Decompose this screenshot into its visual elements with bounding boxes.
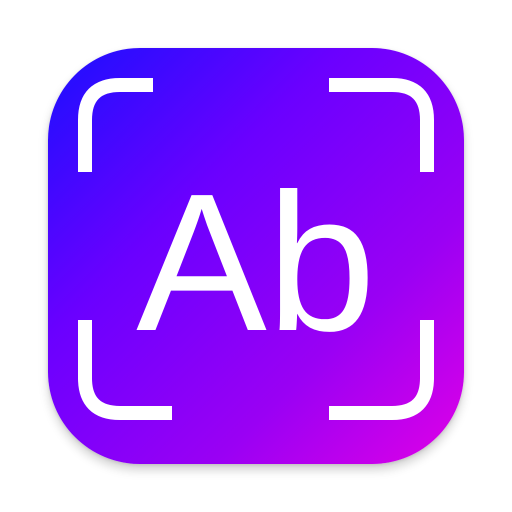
glyph-text: Ab <box>136 153 376 372</box>
scan-frame: Ab <box>78 78 434 420</box>
canvas: Ab <box>0 0 512 512</box>
app-icon[interactable]: Ab <box>48 48 464 464</box>
